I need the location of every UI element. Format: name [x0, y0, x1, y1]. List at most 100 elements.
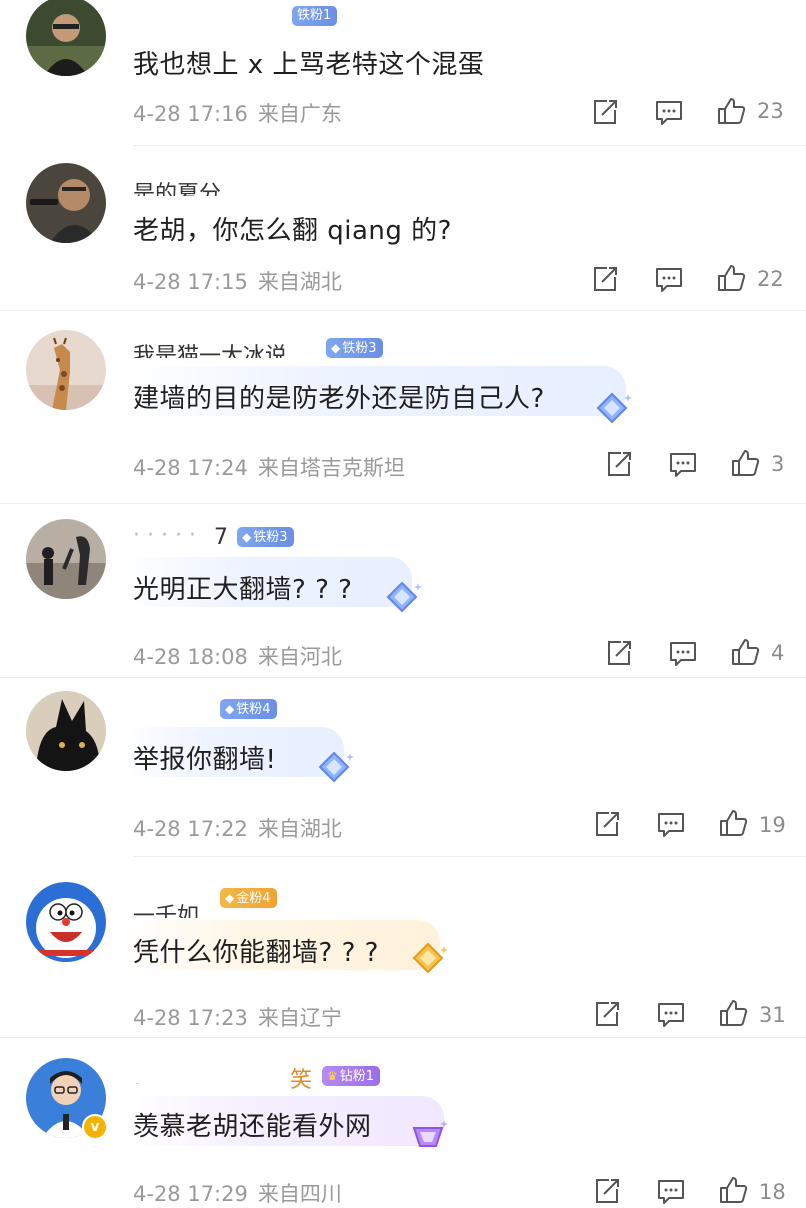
badge-label: 铁粉3 [253, 530, 288, 545]
nickname[interactable]: 我是猫一大冰说 [133, 342, 313, 358]
badge-label: 钻粉1 [339, 1069, 375, 1084]
comment-text: 羡慕老胡还能看外网 [133, 1112, 372, 1142]
thumbs-up-icon[interactable] [716, 96, 746, 126]
comment-location: 来自辽宁 [257, 1006, 342, 1030]
comment-icon[interactable] [656, 999, 686, 1029]
comment-date: 4-28 17:23 [133, 1006, 248, 1030]
comment-text: 我也想上 x 上骂老特这个混蛋 [133, 50, 485, 80]
comment-meta: 4-28 18:08 来自河北 [133, 641, 342, 671]
thumbs-up-icon[interactable] [718, 998, 748, 1028]
like-count: 22 [757, 267, 784, 291]
comment-meta: 4-28 17:22 来自湖北 [133, 813, 342, 843]
avatar[interactable] [26, 0, 106, 76]
fan-badge[interactable]: ◆ 铁粉3 [326, 338, 383, 358]
fan-badge[interactable]: 铁粉1 [292, 6, 338, 26]
comment-date: 4-28 17:22 [133, 817, 248, 841]
comment-text: 举报你翻墙! [133, 745, 277, 775]
badge-label: 铁粉1 [297, 8, 332, 23]
share-icon[interactable] [592, 1176, 622, 1206]
share-icon[interactable] [590, 97, 620, 127]
comment-date: 4-28 17:24 [133, 456, 248, 480]
diamond-gem-icon [312, 747, 356, 791]
comment-location: 来自塔吉克斯坦 [257, 456, 405, 480]
nickname-fragment: · · · · · [133, 523, 196, 541]
share-icon[interactable] [604, 449, 634, 479]
divider [0, 503, 806, 504]
comment-location: 来自湖北 [257, 817, 342, 841]
comment-icon[interactable] [656, 1176, 686, 1206]
comment-icon[interactable] [654, 97, 684, 127]
nickname-fragment: 一千如 [133, 904, 200, 918]
gold-gem-icon [406, 938, 450, 982]
share-icon[interactable] [592, 809, 622, 839]
nickname[interactable]: 一千如 [133, 902, 213, 918]
comment-date: 4-28 17:29 [133, 1182, 248, 1206]
fan-badge[interactable]: ◆ 铁粉3 [237, 527, 294, 547]
nickname[interactable]: · · · · · [133, 521, 213, 541]
divider [0, 1037, 806, 1038]
nickname-suffix: 7 [214, 525, 228, 550]
like-count: 3 [771, 452, 785, 476]
nickname[interactable]: 是的夏分 [133, 180, 273, 196]
crown-icon: ♛ [327, 1069, 338, 1083]
like-count: 31 [759, 1003, 786, 1027]
diamond-gem-icon [380, 577, 424, 621]
comment-icon[interactable] [654, 264, 684, 294]
comment-location: 来自湖北 [257, 270, 342, 294]
divider [0, 677, 806, 678]
verified-badge-icon: v [82, 1114, 108, 1140]
thumbs-up-icon[interactable] [718, 808, 748, 838]
avatar[interactable] [26, 519, 106, 599]
purple-gem-icon [406, 1114, 450, 1158]
comment-meta: 4-28 17:23 来自辽宁 [133, 1002, 342, 1032]
comment-date: 4-28 17:15 [133, 270, 248, 294]
like-count: 23 [757, 99, 784, 123]
share-icon[interactable] [590, 264, 620, 294]
gem-icon: ◆ [242, 530, 252, 544]
avatar[interactable] [26, 163, 106, 243]
share-icon[interactable] [604, 638, 634, 668]
comment-icon[interactable] [668, 449, 698, 479]
fan-badge[interactable]: ◆ 铁粉4 [220, 699, 277, 719]
comment-text: 光明正大翻墙? ? ? [133, 575, 353, 605]
nickname[interactable]: 。 [133, 1068, 153, 1084]
divider [133, 145, 806, 146]
comment-location: 来自河北 [257, 645, 342, 669]
comment-meta: 4-28 17:15 来自湖北 [133, 266, 342, 296]
thumbs-up-icon[interactable] [718, 1175, 748, 1205]
divider [133, 856, 806, 857]
comment-date: 4-28 17:16 [133, 102, 248, 126]
share-icon[interactable] [592, 999, 622, 1029]
badge-label: 铁粉4 [236, 702, 271, 717]
fan-badge[interactable]: ◆ 金粉4 [220, 888, 277, 908]
thumbs-up-icon[interactable] [716, 263, 746, 293]
avatar[interactable] [26, 691, 106, 771]
comment-meta: 4-28 17:24 来自塔吉克斯坦 [133, 452, 405, 482]
nickname-suffix: 笑 [290, 1068, 313, 1093]
avatar[interactable] [26, 330, 106, 410]
comment-text: 凭什么你能翻墙? ? ? [133, 938, 379, 968]
comment-location: 来自广东 [257, 102, 342, 126]
divider [0, 310, 806, 311]
gem-icon: ◆ [331, 341, 341, 355]
comment-date: 4-28 18:08 [133, 645, 248, 669]
comment-meta: 4-28 17:29 来自四川 [133, 1178, 342, 1208]
nickname-fragment: 我是猫一大冰说 [133, 344, 288, 358]
comment-meta: 4-28 17:16 来自广东 [133, 98, 342, 128]
thumbs-up-icon[interactable] [730, 448, 760, 478]
gem-icon: ◆ [225, 891, 235, 905]
like-count: 4 [771, 641, 785, 665]
like-count: 19 [759, 813, 786, 837]
like-count: 18 [759, 1180, 786, 1204]
comment-text: 建墙的目的是防老外还是防自己人? [133, 384, 545, 414]
nickname-fragment: 是的夏分 [133, 182, 222, 196]
avatar[interactable] [26, 882, 106, 962]
nickname-fragment: 。 [133, 1070, 153, 1084]
badge-label: 金粉4 [236, 891, 271, 906]
comment-icon[interactable] [668, 638, 698, 668]
fan-badge[interactable]: ♛ 钻粉1 [322, 1066, 381, 1086]
thumbs-up-icon[interactable] [730, 637, 760, 667]
diamond-gem-icon [590, 388, 634, 432]
badge-label: 铁粉3 [342, 341, 377, 356]
comment-icon[interactable] [656, 809, 686, 839]
